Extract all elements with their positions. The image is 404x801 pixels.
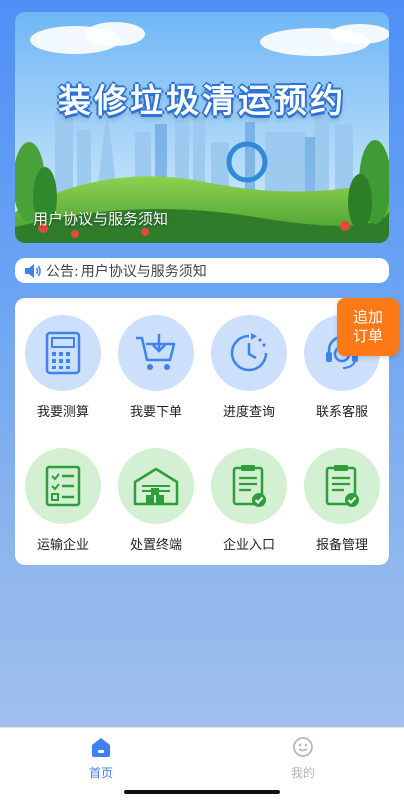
grid-item-label: 进度查询 <box>222 405 275 420</box>
checklist-icon <box>25 448 101 524</box>
service-grid: 我要测算 我要下单 进度查询 联系客服 运输企业 处置终端 企业入口 报备管理 <box>15 298 389 565</box>
clipboard-check-icon <box>304 448 380 524</box>
tab-mine[interactable]: 我的 <box>263 736 343 781</box>
grid-item-label: 报备管理 <box>315 538 368 553</box>
smiley-icon <box>293 737 313 757</box>
grid-item-label: 运输企业 <box>36 538 89 553</box>
grid-item-label: 处置终端 <box>129 538 182 553</box>
banner-caption[interactable]: 用户协议与服务须知 <box>33 208 168 229</box>
notice-text: 用户协议与服务须知 <box>80 263 207 280</box>
clock-progress-icon <box>211 315 287 391</box>
banner-title: 装修垃圾清运预约 <box>58 81 346 120</box>
grid-item-disposal[interactable]: 处置终端 <box>111 448 201 553</box>
notice-bar[interactable]: 公告: 用户协议与服务须知 <box>15 258 389 283</box>
grid-item-order[interactable]: 我要下单 <box>111 315 201 420</box>
warehouse-icon <box>118 448 194 524</box>
add-order-line1: 追加 <box>352 308 383 326</box>
notice-prefix: 公告: <box>46 263 79 280</box>
grid-item-label: 企业入口 <box>222 538 275 553</box>
add-order-line2: 订单 <box>352 327 383 345</box>
home-icon <box>92 738 110 757</box>
grid-item-enterprise[interactable]: 企业入口 <box>204 448 294 553</box>
grid-item-label: 我要测算 <box>36 405 89 420</box>
speaker-icon <box>25 263 41 278</box>
add-order-button[interactable]: 追加 订单 <box>337 298 399 356</box>
grid-item-progress[interactable]: 进度查询 <box>204 315 294 420</box>
grid-item-filing[interactable]: 报备管理 <box>297 448 387 553</box>
tab-home[interactable]: 首页 <box>61 736 141 781</box>
grid-item-estimate[interactable]: 我要测算 <box>18 315 108 420</box>
calculator-icon <box>25 315 101 391</box>
grid-item-label: 我要下单 <box>129 405 182 420</box>
tab-home-label: 首页 <box>88 766 113 780</box>
home-indicator <box>124 790 280 794</box>
grid-item-label: 联系客服 <box>315 405 368 420</box>
grid-item-transport[interactable]: 运输企业 <box>18 448 108 553</box>
banner[interactable]: 装修垃圾清运预约 用户协议与服务须知 <box>15 12 389 243</box>
cart-download-icon <box>118 315 194 391</box>
clipboard-check-icon <box>211 448 287 524</box>
tab-mine-label: 我的 <box>290 766 315 780</box>
